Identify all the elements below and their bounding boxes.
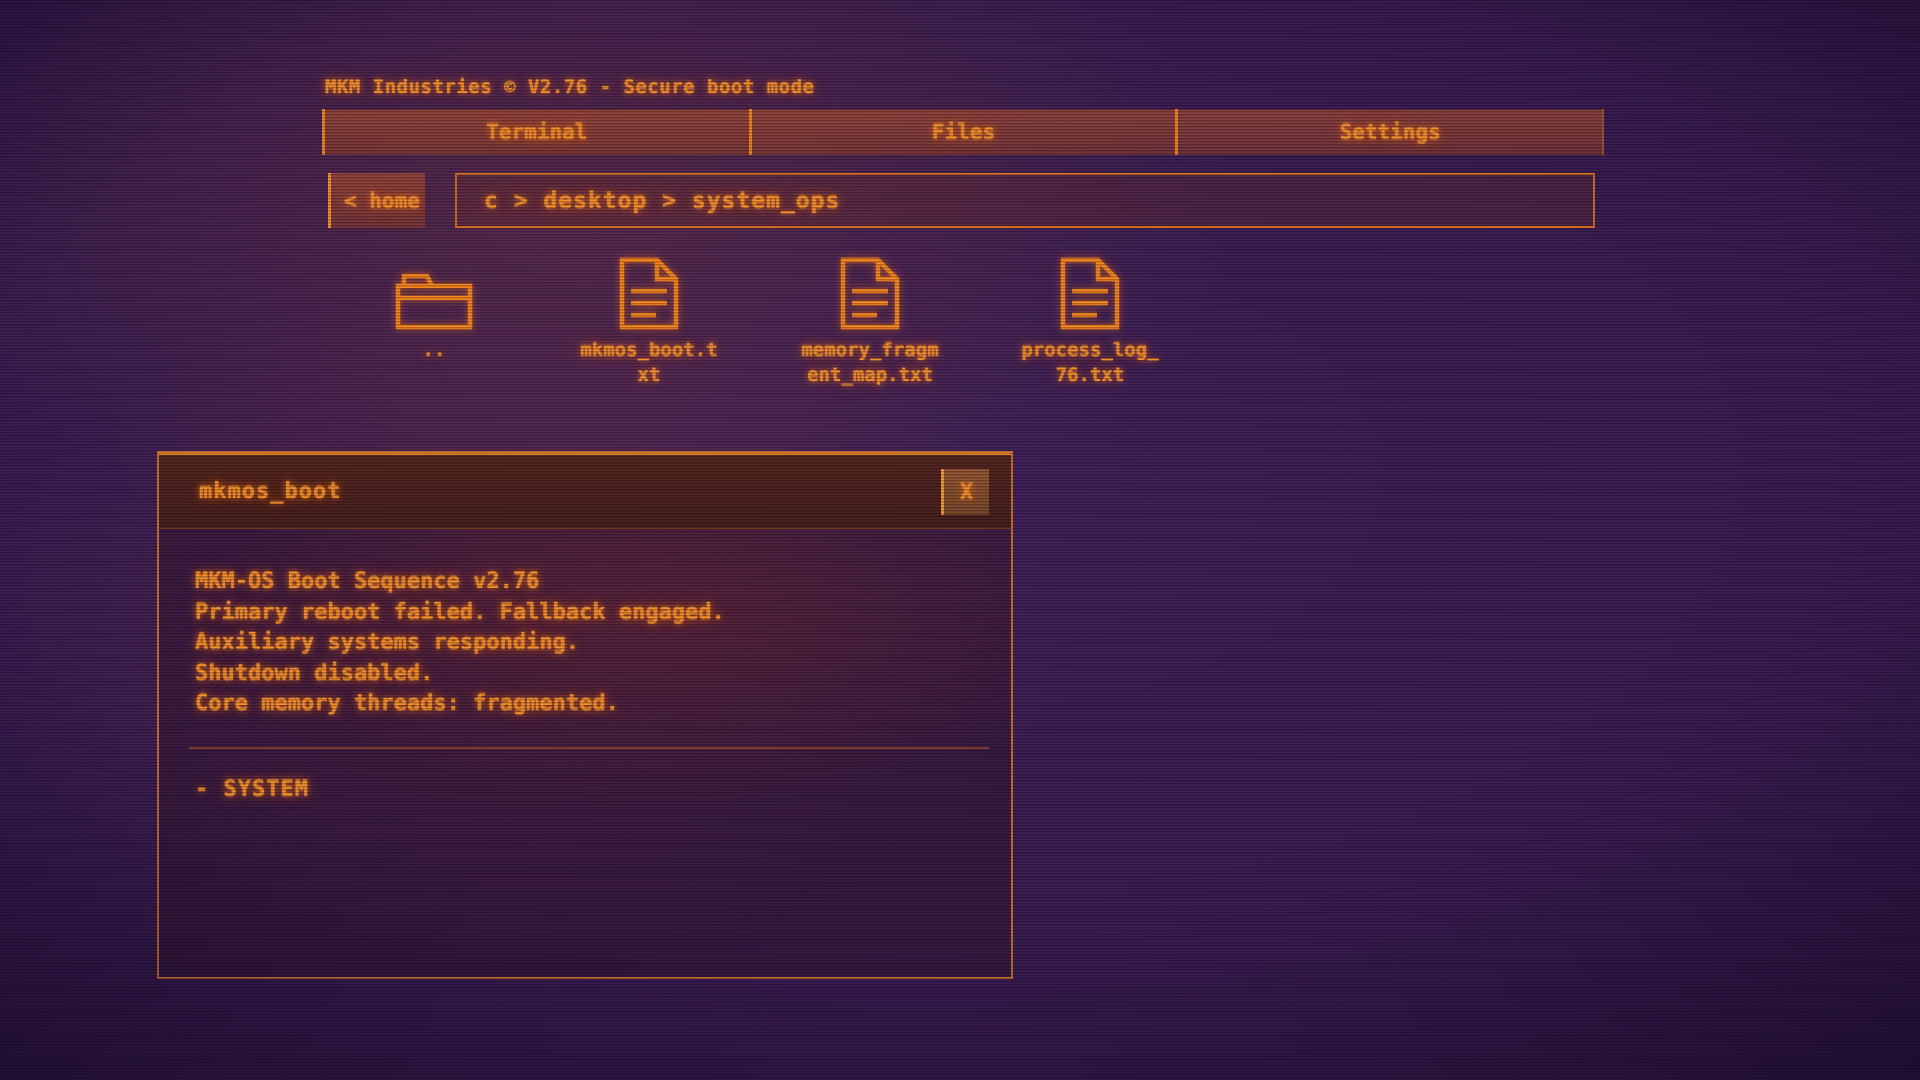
file-label: memory_fragm ent_map.txt xyxy=(801,338,938,388)
tab-files[interactable]: Files xyxy=(749,109,1176,155)
tab-files-label: Files xyxy=(932,120,995,144)
dialog-line: Shutdown disabled. xyxy=(195,659,975,690)
breadcrumb-path-bar[interactable]: c > desktop > system_ops xyxy=(455,173,1595,228)
dialog-line: MKM-OS Boot Sequence v2.76 xyxy=(195,567,975,598)
file-item-mkmos-boot[interactable]: mkmos_boot.t xt xyxy=(579,257,719,407)
text-file-icon xyxy=(839,257,901,330)
home-button[interactable]: < home xyxy=(328,173,425,228)
dialog-title: mkmos_boot xyxy=(199,479,341,504)
tab-bar: Terminal Files Settings xyxy=(322,109,1604,155)
file-label: mkmos_boot.t xt xyxy=(580,338,717,388)
dialog-line: Primary reboot failed. Fallback engaged. xyxy=(195,598,975,629)
app-title: MKM Industries © V2.76 - Secure boot mod… xyxy=(325,76,815,98)
close-icon: X xyxy=(960,480,973,505)
folder-up-label: .. xyxy=(423,338,446,363)
file-label: process_log_ 76.txt xyxy=(1021,338,1158,388)
tab-terminal[interactable]: Terminal xyxy=(322,109,749,155)
tab-settings[interactable]: Settings xyxy=(1175,109,1602,155)
folder-icon xyxy=(395,257,473,330)
tab-terminal-label: Terminal xyxy=(486,120,587,144)
breadcrumb-path-text: c > desktop > system_ops xyxy=(484,188,840,214)
text-file-icon xyxy=(618,257,680,330)
text-file-icon xyxy=(1059,257,1121,330)
folder-up-item[interactable]: .. xyxy=(364,257,504,407)
dialog-divider xyxy=(189,747,989,749)
dialog-line: Auxiliary systems responding. xyxy=(195,628,975,659)
dialog-body: MKM-OS Boot Sequence v2.76 Primary reboo… xyxy=(159,529,1011,802)
dialog-line: Core memory threads: fragmented. xyxy=(195,689,975,720)
tab-settings-label: Settings xyxy=(1340,120,1441,144)
dialog-mkmos-boot: mkmos_boot X MKM-OS Boot Sequence v2.76 … xyxy=(157,451,1013,979)
dialog-titlebar[interactable]: mkmos_boot X xyxy=(159,453,1011,529)
file-item-process-log-76[interactable]: process_log_ 76.txt xyxy=(1020,257,1160,407)
dialog-signature: - SYSTEM xyxy=(195,777,975,802)
file-item-memory-fragment-map[interactable]: memory_fragm ent_map.txt xyxy=(800,257,940,407)
close-button[interactable]: X xyxy=(941,469,989,515)
home-button-label: < home xyxy=(344,189,420,213)
